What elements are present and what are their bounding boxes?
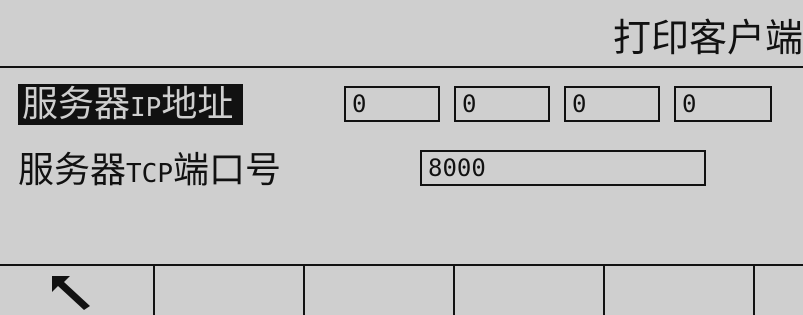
page-title: 打印客户端: [612, 16, 803, 60]
server-ip-label-cn2: 地址: [161, 84, 234, 125]
server-ip-label-latin: IP: [130, 93, 162, 123]
server-tcp-port-label: 服务器TCP端口号: [18, 148, 281, 197]
softkey-2[interactable]: [153, 266, 303, 315]
server-ip-label-cn: 服务器: [22, 84, 131, 125]
server-tcp-label-cn2: 端口号: [172, 150, 281, 191]
softkey-exit[interactable]: [0, 266, 153, 315]
exit-arrow-icon: [52, 276, 90, 310]
softkey-5[interactable]: [603, 266, 753, 315]
server-ip-octet-4[interactable]: 0: [674, 86, 772, 122]
title-bar: 打印客户端: [0, 8, 803, 66]
server-tcp-label-latin: TCP: [126, 159, 173, 189]
softkey-bar: [0, 266, 803, 315]
server-ip-octet-3[interactable]: 0: [564, 86, 660, 122]
server-ip-octet-1[interactable]: 0: [344, 86, 440, 122]
server-tcp-label-cn: 服务器: [18, 150, 127, 191]
server-ip-octet-2[interactable]: 0: [454, 86, 550, 122]
softkey-3[interactable]: [303, 266, 453, 315]
softkey-4[interactable]: [453, 266, 603, 315]
server-tcp-port-field[interactable]: 8000: [420, 150, 706, 186]
header-divider: [0, 66, 803, 68]
server-ip-label-highlight[interactable]: 服务器IP地址: [18, 84, 244, 125]
softkey-6[interactable]: [753, 266, 803, 315]
server-ip-label: 服务器IP地址: [18, 82, 244, 131]
